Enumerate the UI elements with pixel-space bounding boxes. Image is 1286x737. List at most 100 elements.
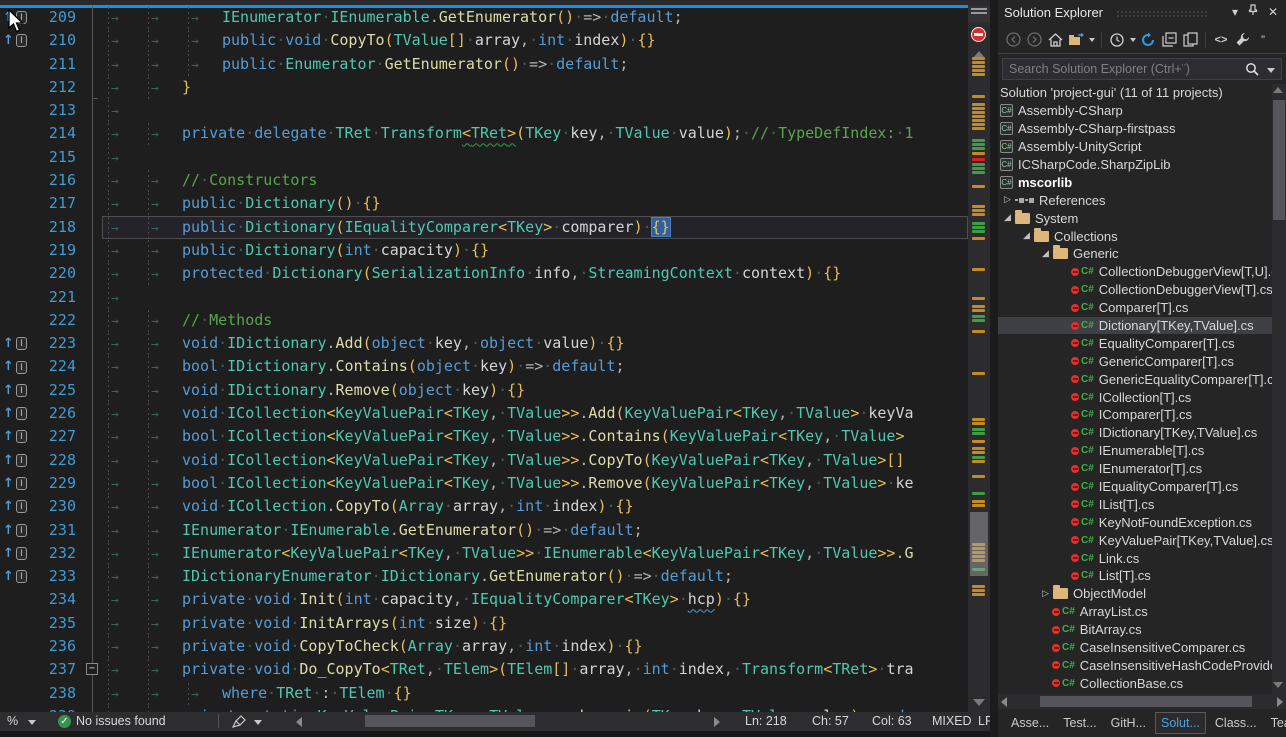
window-position-dropdown-icon[interactable]: ▾ xyxy=(1226,4,1244,20)
code-line[interactable]: ↑I228→→void·ICollection<KeyValuePair<TKe… xyxy=(0,449,968,472)
close-icon[interactable]: ✕ xyxy=(1264,4,1282,20)
refresh-icon[interactable] xyxy=(1139,31,1157,49)
tree-item-list-t-cs[interactable]: C#List[T].cs xyxy=(998,567,1272,585)
panel-tab-tea[interactable]: Tea... xyxy=(1266,713,1286,733)
code-line[interactable]: ↑I229→→bool·ICollection<KeyValuePair<TKe… xyxy=(0,472,968,495)
editor-scrollbar-thumb[interactable] xyxy=(970,512,988,576)
code-line[interactable]: 221→ xyxy=(0,286,968,309)
code-line[interactable]: ↑I232→→IEnumerator<KeyValuePair<TKey,·TV… xyxy=(0,542,968,565)
code-cleanup-broom-icon[interactable] xyxy=(232,715,246,731)
code-line[interactable]: 212→→} xyxy=(0,76,968,99)
search-icon[interactable] xyxy=(1245,62,1259,82)
code-line[interactable]: 239→→private·static·KeyValuePair<TKey,·T… xyxy=(0,705,968,712)
column-indicator[interactable]: Col: 63 xyxy=(872,714,912,728)
horizontal-scrollbar-thumb[interactable] xyxy=(365,715,535,727)
panel-splitter[interactable] xyxy=(990,0,998,737)
code-line[interactable]: 214→→private·delegate·TRet·Transform<TRe… xyxy=(0,122,968,145)
tree-item-caseinsensitivehashcodeprovider-cs[interactable]: C#CaseInsensitiveHashCodeProvider.cs xyxy=(998,657,1272,675)
switch-views-dropdown-icon[interactable] xyxy=(1089,38,1095,42)
code-line[interactable]: 238→→→where·TRet·:·TElem·{} xyxy=(0,682,968,705)
tree-item-genericcomparer-t-cs[interactable]: C#GenericComparer[T].cs xyxy=(998,352,1272,370)
scroll-down-icon[interactable] xyxy=(1273,682,1283,688)
tree-item-collectiondebuggerview-t-u-cs[interactable]: C#CollectionDebuggerView[T,U].cs xyxy=(998,263,1272,281)
tree-item-idictionary-tkey-tvalue-cs[interactable]: C#IDictionary[TKey,TValue].cs xyxy=(998,424,1272,442)
home-icon[interactable] xyxy=(1046,31,1064,49)
tree-item-generic[interactable]: ◢Generic xyxy=(998,245,1272,263)
filter-dropdown-icon[interactable] xyxy=(1130,38,1136,42)
scroll-right-icon[interactable] xyxy=(1277,697,1283,707)
solution-explorer-titlebar[interactable]: Solution Explorer ▾ ✕ xyxy=(998,0,1286,26)
fold-collapse-icon[interactable]: − xyxy=(86,663,98,675)
tree-hscrollbar-thumb[interactable] xyxy=(1040,696,1252,707)
panel-tab-class[interactable]: Class... xyxy=(1210,713,1262,733)
code-line[interactable]: 236→→private·void·CopyToCheck(Array·arra… xyxy=(0,635,968,658)
tree-item-mscorlib[interactable]: C#mscorlib xyxy=(998,173,1272,191)
code-line[interactable]: 237−→→private·void·Do_CopyTo<TRet,·TElem… xyxy=(0,658,968,681)
forward-icon[interactable] xyxy=(1025,31,1043,49)
tree-item-caseinsensitivecomparer-cs[interactable]: C#CaseInsensitiveComparer.cs xyxy=(998,639,1272,657)
tree-item-link-cs[interactable]: C#Link.cs xyxy=(998,549,1272,567)
code-line[interactable]: ↑I233→→IDictionaryEnumerator·IDictionary… xyxy=(0,565,968,588)
tree-item-collections[interactable]: ◢Collections xyxy=(998,227,1272,245)
editor-vertical-scrollbar[interactable] xyxy=(968,5,990,712)
code-line[interactable]: 215→ xyxy=(0,146,968,169)
document-health-error-icon[interactable] xyxy=(971,27,986,42)
encoding-indicator[interactable]: MIXED xyxy=(932,714,972,728)
collapse-all-icon[interactable] xyxy=(1160,31,1178,49)
tree-horizontal-scrollbar[interactable] xyxy=(998,694,1286,709)
tree-item-assembly-csharp[interactable]: C#Assembly-CSharp xyxy=(998,102,1272,120)
code-line[interactable]: ↑I223→→void·IDictionary.Add(object·key,·… xyxy=(0,332,968,355)
solution-tree[interactable]: Solution 'project-gui' (11 of 11 project… xyxy=(998,84,1272,694)
expanded-arrow-icon[interactable]: ◢ xyxy=(1000,213,1015,223)
cleanup-dropdown-icon[interactable] xyxy=(254,720,262,725)
scroll-right-icon[interactable] xyxy=(714,717,720,727)
code-line[interactable]: 220→→protected·Dictionary(SerializationI… xyxy=(0,262,968,285)
collapsed-arrow-icon[interactable]: ▷ xyxy=(1038,589,1053,599)
tree-item-assembly-unityscript[interactable]: C#Assembly-UnityScript xyxy=(998,138,1272,156)
scroll-left-icon[interactable] xyxy=(296,717,302,727)
zoom-control[interactable]: % xyxy=(7,714,18,728)
tree-item-arraylist-cs[interactable]: C#ArrayList.cs xyxy=(998,603,1272,621)
preview-selected-items-icon[interactable] xyxy=(1181,31,1199,49)
editor-horizontal-scrollbar[interactable] xyxy=(312,714,708,728)
tree-vertical-scrollbar[interactable] xyxy=(1272,84,1286,694)
tree-item-assembly-csharp-firstpass[interactable]: C#Assembly-CSharp-firstpass xyxy=(998,120,1272,138)
code-line[interactable]: ↑I224→→bool·IDictionary.Contains(object·… xyxy=(0,355,968,378)
tree-item-icsharpcode-sharpziplib[interactable]: C#ICSharpCode.SharpZipLib xyxy=(998,156,1272,174)
tree-item-references[interactable]: ▷References xyxy=(998,191,1272,209)
code-line[interactable]: ↑I227→→bool·ICollection<KeyValuePair<TKe… xyxy=(0,425,968,448)
expanded-arrow-icon[interactable]: ◢ xyxy=(1019,231,1034,241)
tree-item-comparer-t-cs[interactable]: C#Comparer[T].cs xyxy=(998,299,1272,317)
splitter-handle-icon[interactable] xyxy=(968,6,990,22)
expanded-arrow-icon[interactable]: ◢ xyxy=(1038,249,1053,259)
code-line[interactable]: 217→→public·Dictionary()·{} xyxy=(0,192,968,215)
tree-item-keynotfoundexception-cs[interactable]: C#KeyNotFoundException.cs xyxy=(998,513,1272,531)
properties-wrench-icon[interactable] xyxy=(1233,31,1251,49)
tree-item-genericequalitycomparer-t-cs[interactable]: C#GenericEqualityComparer[T].cs xyxy=(998,370,1272,388)
tree-item-equalitycomparer-t-cs[interactable]: C#EqualityComparer[T].cs xyxy=(998,334,1272,352)
tree-item-collectionbase-cs[interactable]: C#CollectionBase.cs xyxy=(998,674,1272,692)
tree-item-ienumerator-t-cs[interactable]: C#IEnumerator[T].cs xyxy=(998,460,1272,478)
tree-item-dictionary-tkey-tvalue-cs[interactable]: C#Dictionary[TKey,TValue].cs xyxy=(998,317,1272,335)
issues-indicator[interactable]: ✓ No issues found xyxy=(58,714,166,728)
code-line[interactable]: ↑I225→→void·IDictionary.Remove(object·ke… xyxy=(0,379,968,402)
line-indicator[interactable]: Ln: 218 xyxy=(745,714,787,728)
code-line[interactable]: ↑I231→→IEnumerator·IEnumerable.GetEnumer… xyxy=(0,519,968,542)
tree-item-collectiondebuggerview-t-cs[interactable]: C#CollectionDebuggerView[T].cs xyxy=(998,281,1272,299)
tree-item-objectmodel[interactable]: ▷ObjectModel xyxy=(998,585,1272,603)
code-line[interactable]: 211→→→public·Enumerator·GetEnumerator()·… xyxy=(0,53,968,76)
search-dropdown-icon[interactable] xyxy=(1267,68,1275,73)
code-line[interactable]: 218→→public·Dictionary(IEqualityComparer… xyxy=(0,216,968,239)
code-line[interactable]: 235→→private·void·InitArrays(int·size)·{… xyxy=(0,612,968,635)
code-line[interactable]: ↑I230→→void·ICollection.CopyTo(Array·arr… xyxy=(0,495,968,518)
pin-icon[interactable] xyxy=(1244,4,1262,20)
panel-tab-asse[interactable]: Asse... xyxy=(1006,713,1054,733)
switch-views-icon[interactable] xyxy=(1067,31,1085,49)
tree-item-ilist-t-cs[interactable]: C#IList[T].cs xyxy=(998,495,1272,513)
tree-scrollbar-thumb[interactable] xyxy=(1273,100,1285,220)
char-indicator[interactable]: Ch: 57 xyxy=(812,714,849,728)
toolbar-overflow-icon[interactable]: ” xyxy=(1254,31,1272,49)
tree-item-solution-project-gui-11-of-11-projects[interactable]: Solution 'project-gui' (11 of 11 project… xyxy=(998,84,1272,102)
code-editor[interactable]: ↑I209→→→IEnumerator·IEnumerable.GetEnume… xyxy=(0,0,990,712)
zoom-dropdown-icon[interactable] xyxy=(28,720,36,725)
